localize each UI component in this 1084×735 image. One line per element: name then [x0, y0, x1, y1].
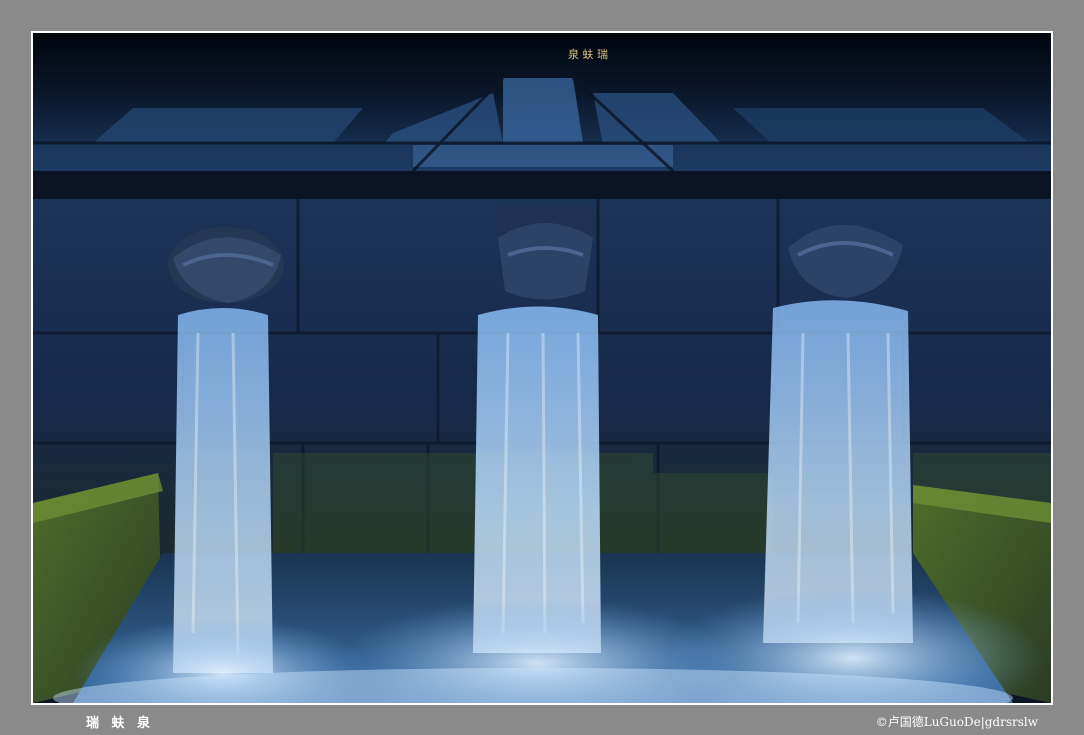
fountain-scene: 泉 蚨 瑞: [33, 33, 1051, 703]
photo-frame: 泉 蚨 瑞: [31, 31, 1053, 705]
wall-coping: [33, 171, 1051, 199]
dragon-spout-center: [495, 205, 593, 300]
sign-text: 泉 蚨 瑞: [568, 47, 608, 61]
dragon-spout-left: [168, 227, 284, 303]
photo: 泉 蚨 瑞: [33, 33, 1051, 703]
photo-title: 瑞 蚨 泉: [86, 716, 155, 731]
copyright-credit: ©卢国德LuGuoDe|gdrsrslw: [875, 715, 1038, 729]
